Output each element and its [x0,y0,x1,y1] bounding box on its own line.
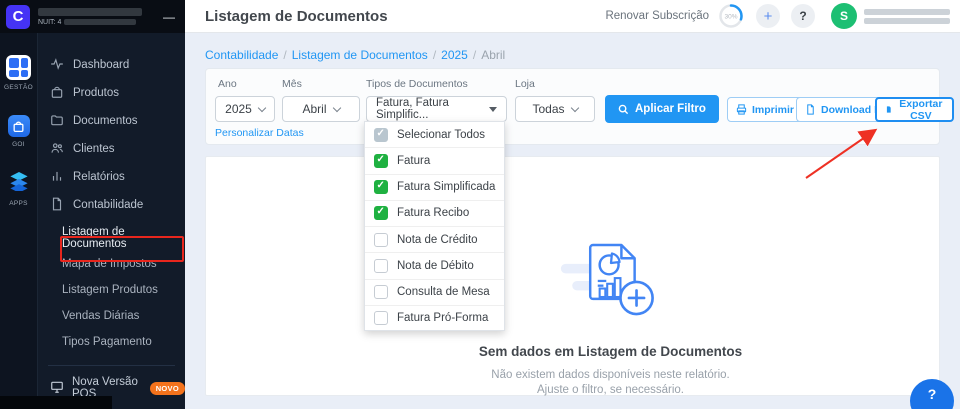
breadcrumb-ano[interactable]: 2025 [441,48,468,62]
add-button[interactable]: + [756,4,780,28]
exportar-csv-button[interactable]: Exportar CSV [875,97,954,122]
sidebar-item-dashboard[interactable]: Dashboard [38,51,185,79]
bar-chart-icon [50,169,64,186]
app-rail: GESTÃO GOI APPS [0,33,38,409]
company-info: NUIT: 4 [38,8,159,26]
dropdown-option-nota-debito[interactable]: Nota de Débito [365,253,504,279]
file-icon [50,197,64,214]
renew-subscription-link[interactable]: Renovar Subscrição [605,10,709,22]
sidebar-item-mapa-impostos[interactable]: Mapa de Impostos [38,251,185,277]
ano-label: Ano [218,78,237,90]
content-area: Contabilidade/Listagem de Documentos/202… [185,33,960,409]
csv-file-icon [885,104,893,115]
sidebar-header: C NUIT: 4 — [0,0,185,33]
collapse-sidebar-icon[interactable]: — [159,10,179,24]
novo-badge: NOVO [150,382,185,395]
aplicar-filtro-button[interactable]: Aplicar Filtro [605,95,719,123]
checkbox-checked-icon[interactable] [374,154,388,168]
sidebar-item-vendas-diarias[interactable]: Vendas Diárias [38,303,185,329]
printer-icon [736,104,747,115]
activity-icon [50,57,64,74]
chevron-down-icon [258,103,266,111]
app-logo[interactable]: C [6,5,30,29]
folder-icon [50,113,64,130]
tipos-label: Tipos de Documentos [366,78,468,90]
sidebar-item-relatorios[interactable]: Relatórios [38,163,185,191]
tipos-documentos-dropdown: Selecionar Todos Fatura Fatura Simplific… [364,121,505,331]
breadcrumb: Contabilidade/Listagem de Documentos/202… [205,48,505,62]
sidebar-item-tipos-pagamento[interactable]: Tipos Pagamento [38,329,185,355]
chevron-down-icon [570,103,578,111]
breadcrumb-contabilidade[interactable]: Contabilidade [205,48,278,62]
redacted-user-info [864,6,950,27]
users-icon [50,141,64,158]
sidebar-item-listagem-produtos[interactable]: Listagem Produtos [38,277,185,303]
sidebar-item-contabilidade[interactable]: Contabilidade [38,191,185,219]
report-empty-card: Sem dados em Listagem de Documentos Não … [205,156,940,396]
empty-report-icon [559,239,663,321]
subscription-progress-ring: 30% [717,2,745,30]
dropdown-option-fatura[interactable]: Fatura [365,148,504,174]
layers-icon [8,172,30,196]
rail-item-goi[interactable]: GOI [8,115,30,148]
dropdown-option-selecionar-todos[interactable]: Selecionar Todos [365,122,504,148]
nuit-label: NUIT: 4 [38,19,61,26]
mes-label: Mês [282,78,302,90]
main-header: Listagem de Documentos Renovar Subscriçã… [185,0,960,33]
redacted-company-name [38,8,142,16]
rail-item-gestao[interactable]: GESTÃO [4,55,33,91]
shopping-bag-icon [8,115,30,137]
sidebar-menu: Dashboard Produtos Documentos Clientes R… [38,33,185,409]
sidebar-item-produtos[interactable]: Produtos [38,79,185,107]
chevron-down-icon [332,103,340,111]
pdf-file-icon [805,104,816,115]
page-title: Listagem de Documentos [205,8,605,25]
dropdown-option-nota-credito[interactable]: Nota de Crédito [365,227,504,253]
app-window: C NUIT: 4 — GESTÃO GOI [0,0,960,409]
empty-state: Sem dados em Listagem de Documentos Não … [244,239,960,398]
sidebar-item-documentos[interactable]: Documentos [38,107,185,135]
rail-item-apps[interactable]: APPS [8,172,30,207]
tipos-documentos-multiselect[interactable]: Fatura, Fatura Simplific... [366,96,507,122]
filter-panel: Ano Mês Tipos de Documentos Loja 2025 Ab… [205,68,940,145]
svg-text:30%: 30% [724,14,737,21]
bag-icon [50,85,64,102]
empty-state-subtitle: Não existem dados disponíveis neste rela… [244,368,960,398]
help-button[interactable]: ? [791,4,815,28]
breadcrumb-mes: Abril [481,48,505,62]
breadcrumb-listagem[interactable]: Listagem de Documentos [292,48,428,62]
imprimir-button[interactable]: Imprimir [727,97,803,122]
personalizar-datas-link[interactable]: Personalizar Datas [215,127,304,139]
sidebar-item-clientes[interactable]: Clientes [38,135,185,163]
dropdown-option-fatura-recibo[interactable]: Fatura Recibo [365,201,504,227]
avatar[interactable]: S [831,3,857,29]
checkbox-empty-icon[interactable] [374,259,388,273]
checkbox-checked-icon[interactable] [374,206,388,220]
dropdown-option-consulta-mesa[interactable]: Consulta de Mesa [365,280,504,306]
loja-select[interactable]: Todas [515,96,595,122]
dropdown-option-fatura-simplificada[interactable]: Fatura Simplificada [365,175,504,201]
ano-select[interactable]: 2025 [215,96,275,122]
mes-select[interactable]: Abril [282,96,360,122]
checkbox-empty-icon[interactable] [374,285,388,299]
sidebar-bottom-strip [0,396,112,409]
grid-tile-icon [6,55,31,80]
checkbox-empty-icon[interactable] [374,311,388,325]
checkbox-checked-icon[interactable] [374,180,388,194]
dropdown-option-fatura-pro-forma[interactable]: Fatura Pró-Forma [365,306,504,331]
empty-state-title: Sem dados em Listagem de Documentos [244,344,960,359]
loja-label: Loja [515,78,535,90]
search-icon [618,104,629,115]
sidebar: C NUIT: 4 — GESTÃO GOI [0,0,185,409]
menu-divider [48,365,175,366]
dropdown-arrow-icon [489,107,497,112]
checkbox-empty-icon[interactable] [374,233,388,247]
sidebar-item-listagem-documentos[interactable]: Listagem de Documentos [38,225,185,251]
checkbox-partial-icon[interactable] [374,128,388,142]
redacted-nuit-number [64,19,136,25]
monitor-icon [50,380,64,397]
